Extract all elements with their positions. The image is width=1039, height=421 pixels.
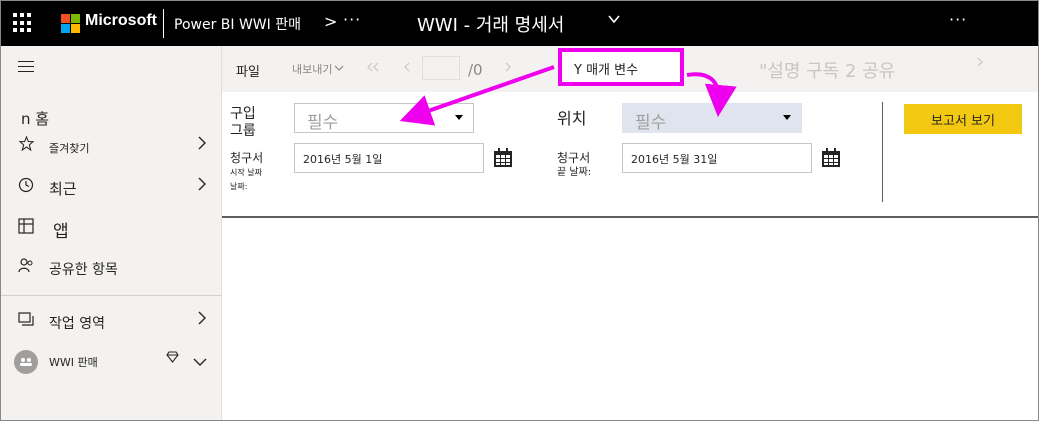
start-date-label-2: 시작 날짜: [230, 168, 262, 177]
nav-apps-label: 앱: [53, 222, 69, 242]
star-icon: [17, 135, 35, 155]
nav-recent-label: 최근: [49, 180, 77, 198]
nav-divider: [1, 295, 221, 296]
workspaces-icon: [17, 311, 35, 331]
nav-item-recent[interactable]: 최근: [1, 173, 221, 203]
view-report-button[interactable]: 보고서 보기: [904, 104, 1022, 134]
parameter-callout: Y 매개 변수: [558, 48, 684, 86]
buying-group-dropdown[interactable]: 필수: [294, 103, 474, 133]
buying-group-placeholder: 필수: [307, 113, 339, 133]
nav-item-current-workspace[interactable]: WWI 판매: [1, 346, 221, 376]
report-title[interactable]: WWI - 거래 명세서: [417, 11, 564, 37]
toolbar-actions-faded: "설명 구독 2 공유: [759, 61, 896, 82]
calendar-icon[interactable]: [493, 148, 513, 168]
clock-icon: [17, 177, 35, 197]
workspace-avatar-icon: [14, 350, 38, 374]
nav-item-workspaces[interactable]: 작업 영역: [1, 307, 221, 337]
location-placeholder: 필수: [635, 113, 667, 133]
premium-diamond-icon: [166, 351, 179, 367]
buying-group-label-1: 구입: [230, 106, 256, 122]
callout-text: Y 매개 변수: [574, 63, 639, 78]
buying-group-label-2: 그룹: [230, 123, 256, 139]
title-chevron-down-icon[interactable]: [607, 11, 621, 30]
more-options-icon[interactable]: ···: [949, 10, 967, 29]
first-page-icon[interactable]: [367, 61, 379, 76]
export-menu-button[interactable]: 내보내기: [292, 61, 332, 77]
report-area: 파일 내보내기 /0 구입 그룹 필수 위치 필수 청구서 시작 날짜 날짜: …: [222, 46, 1038, 420]
end-date-field[interactable]: 2016년 5월 31일: [622, 143, 812, 173]
breadcrumb-more-icon[interactable]: ···: [343, 10, 361, 29]
export-chevron-down-icon[interactable]: [334, 61, 344, 76]
nav-item-apps[interactable]: 앱: [1, 214, 221, 244]
nav-workspaces-label: 작업 영역: [49, 316, 105, 332]
chevron-right-icon[interactable]: [197, 135, 207, 154]
nav-home-label: n 홈: [21, 110, 50, 128]
chevron-down-icon[interactable]: [193, 352, 207, 371]
hamburger-menu-icon[interactable]: [18, 61, 34, 76]
start-date-label-1: 청구서: [230, 151, 264, 165]
breadcrumb-chevron-icon: >: [324, 12, 338, 31]
start-date-label-3: 날짜:: [230, 182, 248, 191]
parameter-panel: 구입 그룹 필수 위치 필수 청구서 시작 날짜 날짜: 2016년 5월 1일: [222, 92, 1038, 218]
toolbar-chevron-right-icon: [976, 56, 984, 70]
start-date-field[interactable]: 2016년 5월 1일: [294, 143, 484, 173]
panel-divider: [882, 102, 883, 202]
end-date-label-2: 끝 날짜:: [557, 167, 592, 178]
file-menu-button[interactable]: 파일: [236, 61, 260, 80]
nav-item-shared[interactable]: 공유한 항목: [1, 253, 221, 283]
page-total: /0: [468, 61, 483, 79]
nav-favorites-label: 즐겨찾기: [49, 142, 90, 155]
shared-with-me-icon: [17, 257, 35, 277]
page-number-input[interactable]: [422, 56, 460, 80]
chevron-right-icon[interactable]: [197, 176, 207, 195]
brand-name: Microsoft: [85, 12, 157, 29]
location-dropdown[interactable]: 필수: [622, 103, 802, 133]
end-date-label-1: 청구서: [557, 151, 591, 165]
start-date-value: 2016년 5월 1일: [303, 153, 383, 166]
end-date-value: 2016년 5월 31일: [631, 153, 718, 166]
next-page-icon[interactable]: [504, 61, 512, 76]
breadcrumb-workspace[interactable]: Power BI WWI 판매: [174, 14, 301, 34]
nav-item-favorites[interactable]: 즐겨찾기: [1, 132, 221, 162]
chevron-right-icon[interactable]: [197, 310, 207, 329]
topbar-divider: [163, 9, 164, 38]
nav-current-workspace-label: WWI 판매: [49, 356, 98, 369]
previous-page-icon[interactable]: [403, 61, 411, 76]
left-nav: n 홈 즐겨찾기 최근 앱 공유한 항목 작업 영역 WWI 판매: [1, 46, 222, 420]
dropdown-arrow-icon: [783, 115, 791, 120]
app-window: Microsoft Power BI WWI 판매 > ··· WWI - 거래…: [0, 0, 1039, 421]
calendar-icon[interactable]: [821, 148, 841, 168]
apps-icon: [17, 218, 35, 238]
app-launcher-icon[interactable]: [13, 13, 33, 33]
microsoft-logo-icon: [61, 14, 80, 33]
nav-item-home[interactable]: n 홈: [1, 102, 221, 132]
nav-shared-label: 공유한 항목: [49, 262, 118, 278]
dropdown-arrow-icon: [455, 115, 463, 120]
top-bar: Microsoft Power BI WWI 판매 > ··· WWI - 거래…: [1, 1, 1038, 46]
location-label: 위치: [557, 109, 587, 128]
